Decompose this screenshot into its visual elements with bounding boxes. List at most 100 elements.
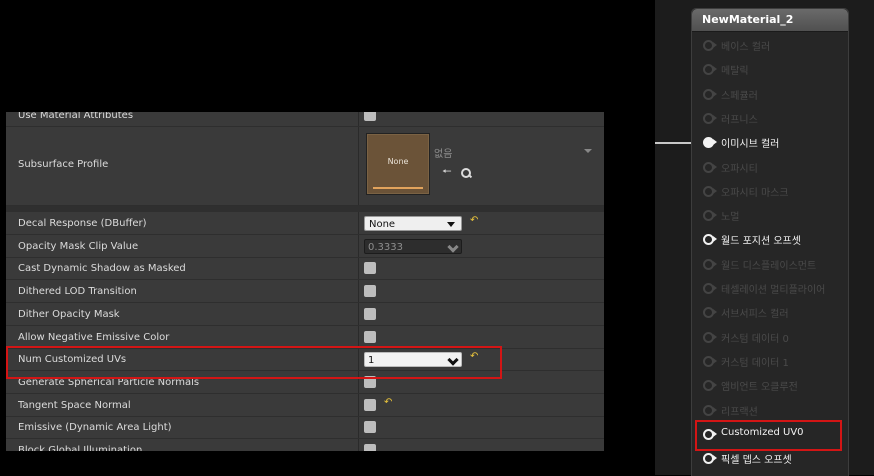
pin-arrow-icon [713,236,717,243]
row-label: Opacity Mask Clip Value [18,240,139,252]
pin-arrow-icon [713,66,717,73]
node-input-pin[interactable]: 러프니스 [702,108,842,128]
row-label: Allow Negative Emissive Color [18,331,170,343]
row-label: Subsurface Profile [18,159,109,170]
property-row: Emissive (Dynamic Area Light) [6,417,604,440]
pin-label: 노멀 [721,212,740,224]
node-input-pin[interactable]: 리프랙션 [702,400,842,420]
dropdown-value: None [369,219,396,230]
row-label: Use Material Attributes [18,112,134,121]
node-input-pin[interactable]: 노멀 [702,205,842,225]
thumbnail-asset-bar [373,187,423,189]
subsurface-combo-value: 없음 [434,149,453,160]
node-header[interactable]: NewMaterial_2 [692,9,848,32]
row-subsurface-profile: Subsurface Profile None 없음 🠔 [6,127,604,206]
subsurface-asset-combo[interactable]: 없음 [434,145,594,160]
number-value: 0.3333 [368,241,403,253]
thumbnail-label: None [387,157,409,166]
pin-label: 오파시티 마스크 [721,187,789,199]
pin-label: 이미시브 컬러 [721,139,780,151]
row-label: Cast Dynamic Shadow as Masked [18,263,186,275]
node-input-pin[interactable]: 이미시브 컬러 [702,132,842,152]
property-row: Decal Response (DBuffer) None ↶ [6,213,604,235]
highlight-num-customized-uvs [6,346,502,379]
node-input-pin[interactable]: 커스텀 데이터 0 [702,327,842,347]
node-input-pin[interactable]: 픽셀 뎁스 오프셋 [702,448,842,468]
search-icon[interactable] [460,167,473,179]
pin-label: 월드 디스플레이스먼트 [721,260,817,272]
pin-arrow-icon [713,382,717,389]
pin-label: 월드 포지션 오프셋 [721,236,801,248]
chevron-down-icon [584,149,592,153]
property-checkbox[interactable] [364,444,376,451]
pin-label: 커스텀 데이터 0 [721,333,789,345]
node-input-pin[interactable]: 오파시티 [702,157,842,177]
property-checkbox[interactable] [364,398,376,411]
pin-arrow-icon [713,285,717,291]
chevron-down-icon [447,222,455,227]
pin-arrow-icon [713,406,717,413]
node-input-pin[interactable]: 월드 포지션 오프셋 [702,229,842,249]
node-input-pin[interactable]: 베이스 컬러 [702,35,842,55]
group-separator [6,206,604,212]
row-use-material-attributes: Use Material Attributes [6,112,604,127]
node-input-pin[interactable]: 커스텀 데이터 1 [702,351,842,371]
pin-label: 베이스 컬러 [721,42,771,53]
property-row: Tangent Space Normal ↶ [6,395,604,417]
row-label: Tangent Space Normal [18,399,131,411]
pin-arrow-icon [713,114,717,121]
pin-label: 메탈릭 [721,66,749,78]
row-label: Dither Opacity Mask [18,308,120,320]
property-checkbox[interactable] [364,262,376,275]
pin-arrow-icon [713,42,717,48]
pin-label: 앰비언트 오클루전 [721,382,798,394]
property-checkbox[interactable] [364,421,376,434]
row-label: Emissive (Dynamic Area Light) [18,422,172,434]
pin-arrow-icon [713,455,717,462]
node-input-pin[interactable]: 메탈릭 [702,59,842,79]
use-material-attributes-checkbox[interactable] [364,112,376,121]
pin-arrow-icon [713,212,717,219]
pin-label: 리프랙션 [721,406,758,418]
row-label: Dithered LOD Transition [18,286,137,298]
pin-label: 스페큘러 [721,90,758,102]
details-panel: Use Material Attributes Subsurface Profi… [6,112,604,451]
property-checkbox[interactable] [364,285,376,298]
pin-arrow-icon [713,139,717,146]
pin-arrow-icon [713,357,717,364]
pin-arrow-icon [713,333,717,340]
property-checkbox[interactable] [364,330,376,343]
reset-to-default-icon[interactable]: ↶ [470,216,480,226]
pin-arrow-icon [713,309,717,316]
decal-response-dropdown[interactable]: None [364,216,462,231]
pin-label: 테셀레이션 멀티플라이어 [721,285,826,296]
number-field[interactable]: 0.3333 [364,238,462,254]
drag-spin-icon[interactable] [447,241,459,253]
pin-arrow-icon [713,90,717,97]
node-input-pin[interactable]: 서브서피스 컬러 [702,302,842,322]
property-row: Dither Opacity Mask [6,304,604,326]
pin-label: 오파시티 [721,163,758,175]
pin-arrow-icon [713,187,717,194]
material-result-node[interactable]: NewMaterial_2 베이스 컬러메탈릭스페큘러러프니스이미시브 컬러오파… [691,8,849,476]
node-input-pin[interactable]: 월드 디스플레이스먼트 [702,254,842,274]
node-input-pin[interactable]: 앰비언트 오클루전 [702,375,842,395]
pin-arrow-icon [713,163,717,170]
node-input-pin[interactable]: 테셀레이션 멀티플라이어 [702,278,842,298]
property-checkbox[interactable] [364,307,376,320]
node-title: NewMaterial_2 [702,13,794,26]
property-row: Cast Dynamic Shadow as Masked [6,258,604,281]
pin-label: 러프니스 [721,114,758,126]
pin-label: 픽셀 뎁스 오프셋 [721,455,792,467]
row-label: Decal Response (DBuffer) [18,218,147,229]
reset-to-default-icon[interactable]: ↶ [384,397,394,408]
node-input-pin[interactable]: 스페큘러 [702,84,842,104]
pin-label: 서브서피스 컬러 [721,309,789,321]
use-selected-arrow-icon[interactable]: 🠔 [442,166,452,177]
highlight-customized-uv0 [695,420,842,451]
row-label: Block Global Illumination [18,445,143,451]
pin-label: 커스텀 데이터 1 [721,357,789,369]
subsurface-thumbnail[interactable]: None [366,133,430,195]
pin-arrow-icon [713,260,717,267]
node-input-pin[interactable]: 오파시티 마스크 [702,181,842,201]
